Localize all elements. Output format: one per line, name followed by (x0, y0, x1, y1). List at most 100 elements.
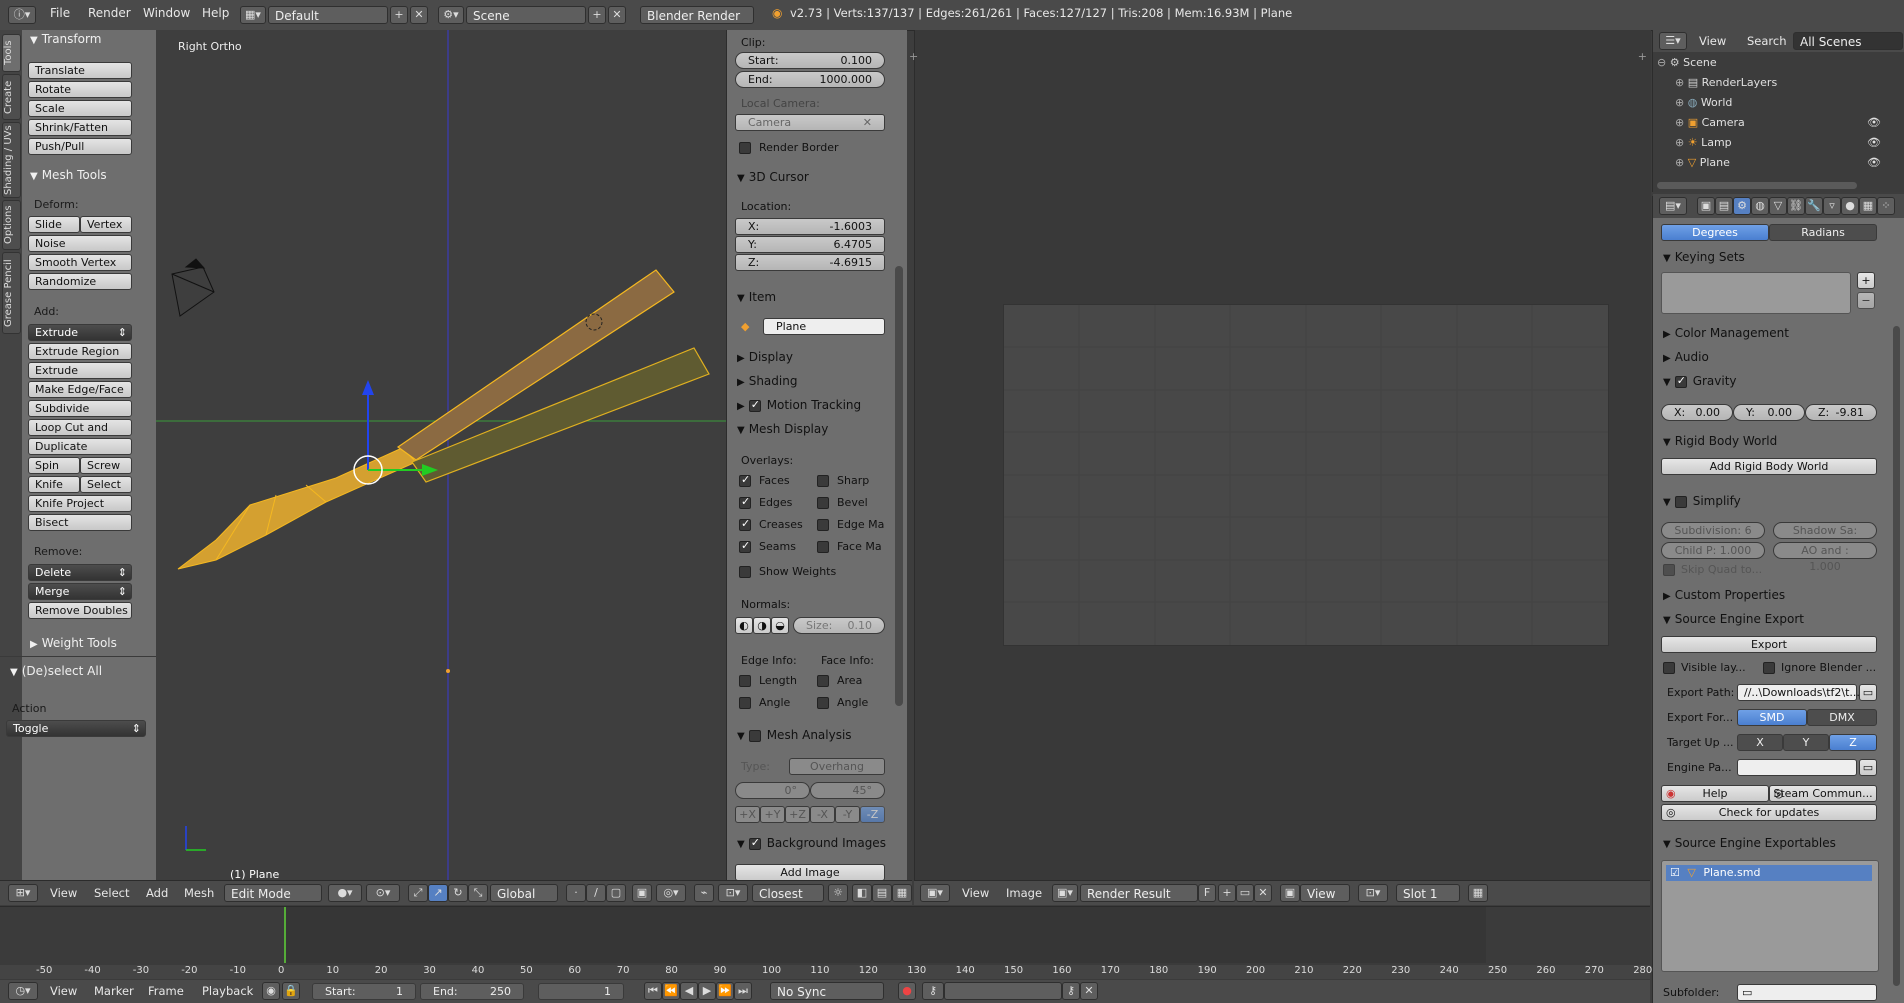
merge-menu[interactable]: Merge ⇕ (28, 583, 132, 600)
texture-tab-icon[interactable]: ▦ (1859, 197, 1877, 215)
show-weights-checkbox[interactable] (739, 566, 751, 578)
snap-target-selector[interactable]: Closest (752, 884, 824, 902)
export-button[interactable]: Export (1661, 636, 1877, 653)
clear-icon[interactable]: ✕ (863, 115, 872, 131)
weight-tools-header[interactable]: ▶ Weight Tools (30, 636, 117, 650)
modifiers-tab-icon[interactable]: 🔧 (1805, 197, 1823, 215)
menu-frame[interactable]: Frame (148, 984, 184, 998)
add-scene-icon[interactable]: + (588, 6, 606, 24)
data-tab-icon[interactable]: ▿ (1823, 197, 1841, 215)
background-images-checkbox[interactable] (748, 836, 761, 850)
spin-button[interactable]: Spin (28, 457, 80, 474)
tab-create[interactable]: Create (2, 74, 21, 120)
editor-type-icon[interactable]: ⊞▾ (8, 884, 38, 902)
simplify-checkbox[interactable] (1674, 495, 1687, 508)
cursor-y-field[interactable]: Y: 6.4705 (735, 236, 885, 253)
editor-type-icon[interactable]: ◷▾ (8, 982, 38, 1000)
outliner-editor-icon[interactable]: ☰▾ (1659, 32, 1687, 50)
color-management-header[interactable]: ▶ Color Management (1663, 326, 1789, 340)
keying-sets-list[interactable] (1661, 272, 1851, 314)
bevel-checkbox[interactable] (817, 497, 829, 509)
face-normals-icon[interactable]: ◒ (771, 617, 789, 634)
scene-selector[interactable]: Scene (466, 6, 586, 24)
menu-image[interactable]: Image (1006, 886, 1042, 900)
mesh-tools-header[interactable]: ▼ Mesh Tools (30, 168, 107, 182)
render-border-checkbox[interactable] (739, 142, 751, 154)
ignore-blender-checkbox[interactable] (1763, 662, 1775, 674)
degrees-toggle[interactable]: Degrees (1661, 224, 1769, 241)
bisect-button[interactable]: Bisect (28, 514, 132, 531)
format-dmx-toggle[interactable]: DMX (1807, 709, 1877, 726)
visibility-eye-icon[interactable]: 👁 (1867, 156, 1881, 169)
visibility-eye-icon[interactable]: 👁 (1867, 116, 1881, 129)
scene-tab-icon[interactable]: ⚙ (1733, 197, 1751, 215)
fake-user-button[interactable]: F (1198, 884, 1216, 902)
scene-icon[interactable]: ⚙▾ (438, 6, 464, 24)
menu-window[interactable]: Window (143, 6, 190, 20)
delete-keyframe-icon[interactable]: ✕ (1080, 982, 1098, 1000)
expand-icon[interactable]: ⊕ (1675, 96, 1684, 109)
keying-set-icon[interactable]: ⚷ (922, 982, 944, 1000)
clip-start-field[interactable]: Start: 0.100 (735, 52, 885, 69)
format-smd-toggle[interactable]: SMD (1737, 709, 1807, 726)
skip-quad-checkbox[interactable] (1663, 564, 1675, 576)
view-mode-icon[interactable]: ▣ (1280, 884, 1300, 902)
end-frame-field[interactable]: End: 250 (420, 983, 524, 1000)
menu-add[interactable]: Add (146, 886, 168, 900)
jump-end-icon[interactable]: ⏭ (734, 982, 752, 1000)
extrude-individual-button[interactable]: Extrude Individual (28, 362, 132, 393)
steam-community-button[interactable]: ◎ Steam Commun... (1769, 785, 1877, 802)
smooth-vertex-button[interactable]: Smooth Vertex (28, 254, 132, 271)
expand-icon[interactable]: ⊕ (1675, 116, 1684, 129)
record-icon[interactable]: ● (898, 982, 916, 1000)
sync-mode-selector[interactable]: No Sync (770, 982, 884, 1000)
outliner-item-lamp[interactable]: ⊕ ☀ Lamp 👁 (1675, 136, 1895, 152)
viewport-canvas[interactable] (156, 30, 726, 880)
visibility-eye-icon[interactable]: 👁 (1867, 136, 1881, 149)
loop-cut-slide-button[interactable]: Loop Cut and Slide (28, 419, 132, 450)
simplify-child-particles-field[interactable]: Child P: 1.000 (1661, 542, 1765, 559)
unlink-image-icon[interactable]: ✕ (1254, 884, 1272, 902)
constraints-tab-icon[interactable]: ⛓ (1787, 197, 1805, 215)
render-tab-icon[interactable]: ▣ (1697, 197, 1715, 215)
render-preview-icon[interactable]: ☼ (828, 884, 848, 902)
source-engine-exportables-header[interactable]: ▼ Source Engine Exportables (1663, 836, 1836, 850)
view-selector[interactable]: View (1300, 884, 1350, 902)
timeline[interactable]: -50 -40 -30 -20 -10 0 10 20 30 40 50 60 70 80 90 100 110… (0, 906, 1652, 981)
mesh-analysis-header[interactable]: ▼ Mesh Analysis (737, 728, 852, 742)
manipulator-toggle-icon[interactable]: ⤢ (408, 884, 428, 902)
axis-neg-z-button[interactable]: -Z (860, 806, 885, 823)
menu-file[interactable]: File (50, 6, 70, 20)
noise-button[interactable]: Noise (28, 235, 132, 252)
face-select-icon[interactable]: ▢ (606, 884, 626, 902)
3d-viewport[interactable]: Right Ortho (1) Plane (156, 30, 726, 881)
normal-size-field[interactable]: Size: 0.10 (793, 617, 885, 634)
collapse-icon[interactable]: ⊖ (1657, 56, 1666, 69)
folder-browse-icon[interactable]: ▭ (1859, 759, 1877, 776)
outliner-item-plane[interactable]: ⊕ ▽ Plane 👁 (1675, 156, 1895, 172)
knife-button[interactable]: Knife (28, 476, 80, 493)
insert-keyframe-icon[interactable]: ⚷ (1062, 982, 1080, 1000)
outliner-display-mode[interactable]: All Scenes (1793, 32, 1903, 50)
checkbox-icon[interactable]: ☑ (1670, 866, 1680, 879)
exportable-item[interactable]: ☑ ▽ Plane.smd (1666, 865, 1872, 881)
renderlayers-tab-icon[interactable]: ▤ (1715, 197, 1733, 215)
cursor-x-field[interactable]: X: -1.6003 (735, 218, 885, 235)
item-name-field[interactable]: Plane (763, 318, 885, 335)
menu-select[interactable]: Select (94, 886, 129, 900)
properties-scrollbar[interactable] (1893, 326, 1900, 986)
cursor-z-field[interactable]: Z: -4.6915 (735, 254, 885, 271)
gravity-checkbox[interactable] (1674, 374, 1687, 388)
menu-help[interactable]: Help (202, 6, 229, 20)
axis-neg-y-button[interactable]: -Y (835, 806, 860, 823)
vertex-normals-icon[interactable]: ◐ (735, 617, 753, 634)
make-edge-face-button[interactable]: Make Edge/Face (28, 381, 132, 398)
edge-angle-checkbox[interactable] (739, 697, 751, 709)
menu-playback[interactable]: Playback (202, 984, 253, 998)
axis-pos-x-button[interactable]: +X (735, 806, 760, 823)
folder-browse-icon[interactable]: ▭ (1859, 684, 1877, 701)
subfolder-field[interactable]: ▭ (1737, 984, 1877, 1001)
region-expand-icon[interactable]: + (909, 50, 918, 63)
display-channels-icon[interactable]: ▦ (1468, 884, 1488, 902)
gravity-header[interactable]: ▼Gravity (1663, 374, 1737, 389)
